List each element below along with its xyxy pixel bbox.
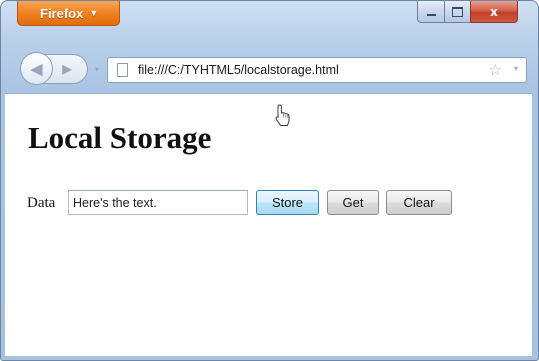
firefox-menu-label: Firefox	[40, 5, 84, 21]
firefox-menu-button[interactable]: Firefox ▼	[17, 1, 120, 26]
maximize-icon	[452, 6, 463, 17]
minimize-icon	[426, 14, 436, 16]
store-button[interactable]: Store	[256, 190, 319, 215]
history-dropdown-button[interactable]: ▾	[92, 62, 102, 76]
forward-arrow-icon: ▶	[62, 62, 72, 76]
url-dropdown-icon[interactable]: ▾	[514, 64, 518, 73]
url-bar[interactable]: file:///C:/TYHTML5/localstorage.html ☆ ▾	[107, 57, 527, 83]
forward-button[interactable]: ▶	[57, 59, 77, 79]
browser-window: Firefox ▼ x ◀ ▶ ▾ file:///C:/TYHTML5/loc…	[0, 0, 539, 361]
back-button[interactable]: ◀	[20, 52, 53, 85]
minimize-button[interactable]	[417, 1, 445, 23]
chevron-down-icon: ▾	[94, 64, 99, 74]
clear-button[interactable]: Clear	[386, 190, 452, 215]
close-button[interactable]: x	[470, 1, 518, 23]
close-icon: x	[490, 4, 498, 19]
mouse-cursor-icon	[275, 104, 290, 126]
page-content: Local Storage Data Store Get Clear	[5, 93, 532, 356]
bookmark-star-icon[interactable]: ☆	[489, 61, 502, 79]
navigation-bar: ◀ ▶ ▾ file:///C:/TYHTML5/localstorage.ht…	[1, 47, 538, 93]
back-arrow-icon: ◀	[30, 60, 43, 78]
page-title: Local Storage	[28, 120, 212, 155]
maximize-button[interactable]	[444, 1, 471, 23]
caret-down-icon: ▼	[89, 8, 99, 18]
get-button[interactable]: Get	[327, 190, 379, 215]
data-label: Data	[27, 195, 56, 211]
page-icon	[117, 63, 128, 77]
url-text[interactable]: file:///C:/TYHTML5/localstorage.html	[138, 63, 339, 77]
data-input[interactable]	[68, 190, 248, 215]
